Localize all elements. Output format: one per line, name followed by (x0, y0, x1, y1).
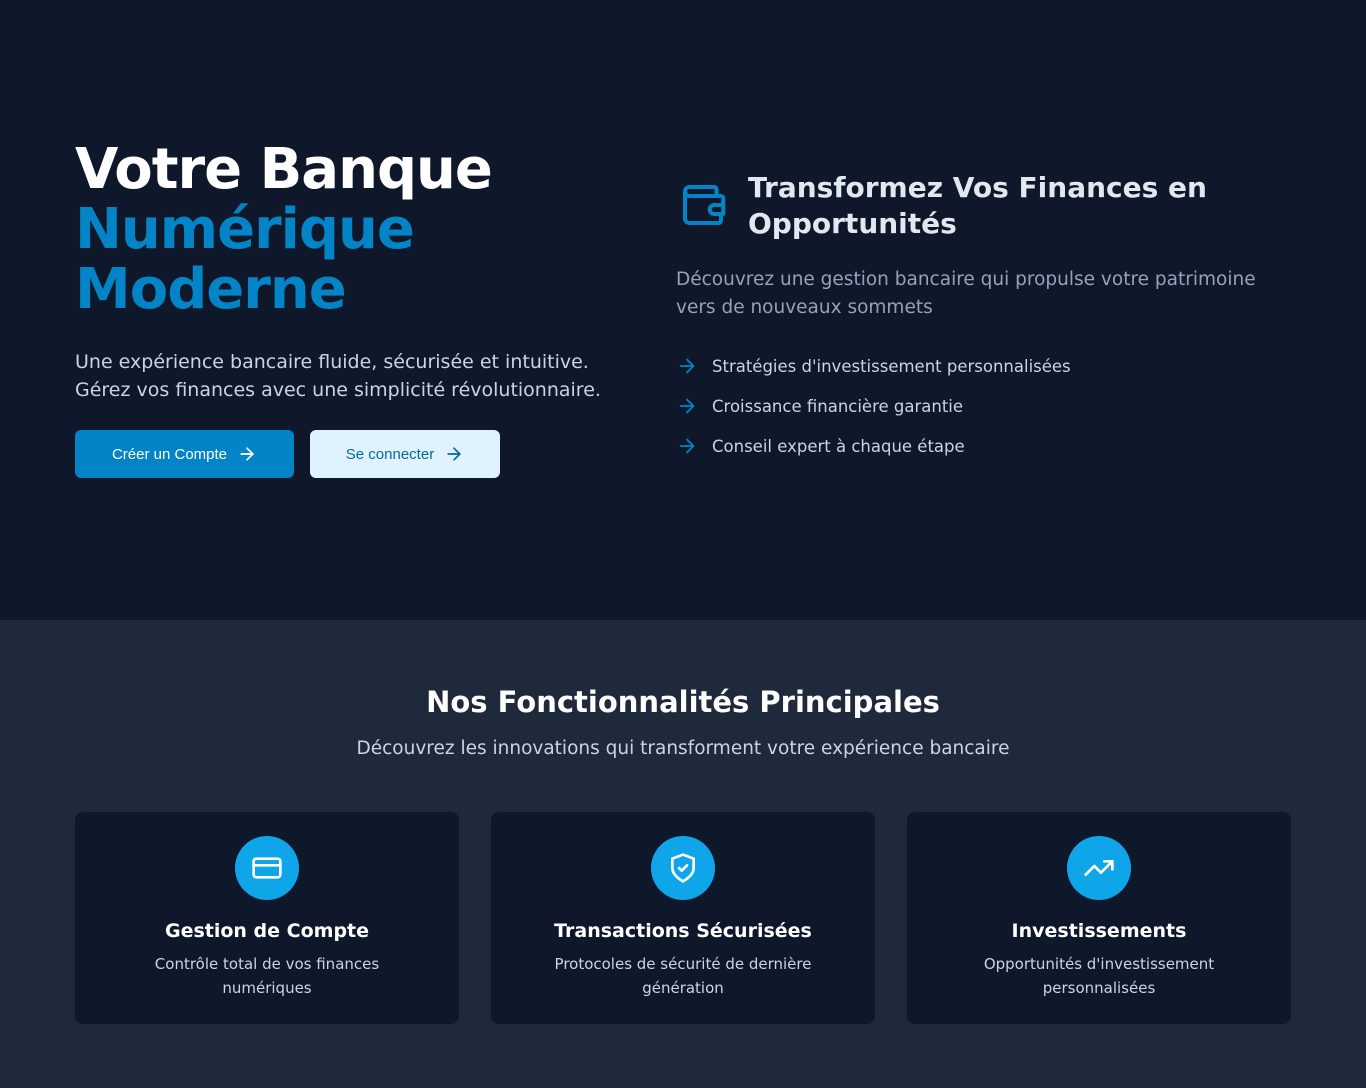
shield-check-icon (651, 836, 715, 900)
hero-title-line-2: Numérique (75, 197, 415, 262)
arrow-right-icon (679, 438, 695, 454)
feature-card-investments: Investissements Opportunités d'investiss… (907, 812, 1291, 1024)
credit-card-icon (235, 836, 299, 900)
arrow-right-icon (679, 358, 695, 374)
feature-card-description: Contrôle total de vos finances numérique… (154, 955, 380, 997)
arrow-right-icon (240, 447, 254, 461)
list-item: Croissance financière garantie (676, 386, 1296, 426)
arrow-right-icon (447, 447, 461, 461)
hero-title: Votre Banque Numérique Moderne (75, 140, 635, 320)
arrow-right-icon (679, 398, 695, 414)
hero-left: Votre Banque Numérique Moderne Une expér… (75, 140, 635, 478)
hero-title-line-1: Votre Banque (75, 137, 493, 202)
hero-right-title: Transformez Vos Finances en Opportunités (748, 171, 1207, 240)
login-label: Se connecter (345, 445, 435, 463)
hero-right-panel: Transformez Vos Finances en Opportunités… (676, 170, 1296, 466)
features-section: Nos Fonctionnalités Principales Découvre… (0, 620, 1366, 1088)
list-item: Stratégies d'investissement personnalisé… (676, 346, 1296, 386)
trending-up-icon (1067, 836, 1131, 900)
feature-card-title: Investissements (1011, 920, 1187, 942)
feature-card-description: Protocoles de sécurité de dernière génér… (554, 955, 812, 997)
features-subtitle: Découvrez les innovations qui transforme… (356, 738, 1010, 759)
create-account-button[interactable]: Créer un Compte (75, 430, 294, 478)
list-item-label: Croissance financière garantie (712, 396, 964, 416)
feature-card-title: Gestion de Compte (164, 920, 370, 942)
list-item-label: Stratégies d'investissement personnalisé… (712, 356, 1071, 376)
list-item: Conseil expert à chaque étape (676, 426, 1296, 466)
hero-right-description: Découvrez une gestion bancaire qui propu… (676, 269, 1256, 318)
hero-right-header: Transformez Vos Finances en Opportunités (676, 170, 1296, 242)
feature-card-title: Transactions Sécurisées (554, 920, 812, 942)
hero-description: Une expérience bancaire fluide, sécurisé… (75, 351, 601, 401)
feature-card-account: Gestion de Compte Contrôle total de vos … (75, 812, 459, 1024)
wallet-icon (682, 184, 726, 226)
hero-title-line-3: Moderne (75, 257, 347, 322)
feature-cards: Gestion de Compte Contrôle total de vos … (75, 812, 1291, 1024)
feature-card-description: Opportunités d'investissement personnali… (983, 955, 1215, 997)
hero-section: Votre Banque Numérique Moderne Une expér… (0, 0, 1366, 620)
list-item-label: Conseil expert à chaque étape (712, 436, 965, 456)
create-account-label: Créer un Compte (111, 445, 228, 463)
benefits-list: Stratégies d'investissement personnalisé… (676, 346, 1296, 466)
hero-buttons: Créer un Compte Se connecter (75, 430, 635, 478)
feature-card-transactions: Transactions Sécurisées Protocoles de sé… (491, 812, 875, 1024)
features-title: Nos Fonctionnalités Principales (426, 685, 940, 719)
login-button[interactable]: Se connecter (310, 430, 500, 478)
